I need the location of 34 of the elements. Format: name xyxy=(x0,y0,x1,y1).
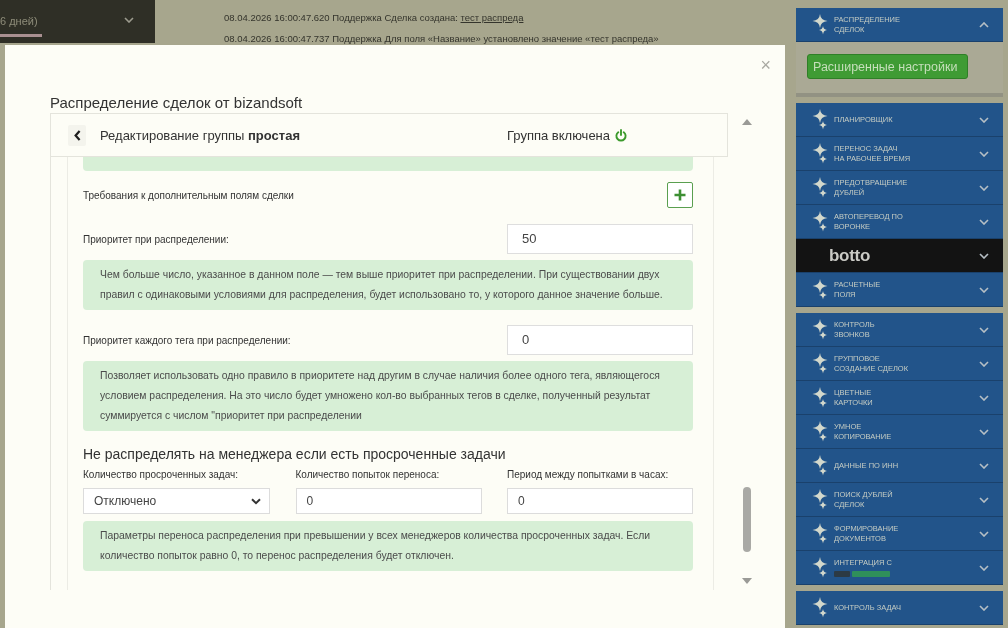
section-heading: Не распределять на менеджера если есть просроченные задачи xyxy=(83,446,507,463)
dropdown[interactable]: Отключено xyxy=(83,488,270,514)
field-label: Количество просроченных задач: xyxy=(83,468,239,482)
log-entry: 08.04.2026 16:00:47.737 Поддержка Для поля «Название» установлено значение «тест распреда» xyxy=(224,32,659,45)
info-note: Чем больше число, указанное в данном поле — тем выше приоритет при распределении. При существовании двух правил с одинаковыми условиями для распределения, будет использовано то, у которого данное значение больше. xyxy=(83,260,693,310)
group-title: Редактирование группы простая xyxy=(100,127,301,143)
group-status: Группа включена xyxy=(507,127,611,143)
chevron-left-icon xyxy=(73,129,81,141)
partner-logo-icon xyxy=(834,569,890,578)
deal-link[interactable]: тест распреда xyxy=(460,12,524,23)
scroll-up-icon[interactable] xyxy=(742,119,752,125)
info-note: Параметры переноса распределения при превышении у всех менеджеров количества просроченных задач. Если количество попыток равно 0, то перенос распределения будет отключен. xyxy=(83,521,693,571)
modal-title: Распределение сделок от bizandsoft xyxy=(50,94,304,112)
input-field[interactable]: 0 xyxy=(507,488,693,514)
power-icon[interactable] xyxy=(615,128,628,142)
log-entry: 08.04.2026 16:00:47.620 Поддержка Сделка создана: тест распреда xyxy=(224,11,525,24)
field-label: Приоритет каждого тега при распределении: xyxy=(83,334,291,346)
plus-icon xyxy=(674,189,686,201)
field-label: Требования к дополнительным полям сделки xyxy=(83,189,294,201)
chevron-down-icon xyxy=(251,497,261,505)
field-label: Приоритет при распределении: xyxy=(83,233,229,245)
number-field[interactable]: 0 xyxy=(507,325,693,355)
active-underline xyxy=(0,34,42,37)
back-button[interactable] xyxy=(68,124,86,146)
info-note: Позволяет использовать одно правило в приоритете над другим в случае наличия более одного тега, являющегося условием распределения. На это число будет умножено кол-во выбранных тегов в сделке, полученный результат суммируется с числом "приоритет при распределении xyxy=(83,361,693,431)
period-tab[interactable]: 6 дней) xyxy=(0,15,42,28)
field-label: Период между попытками в часах: xyxy=(507,468,670,482)
scrollbar-thumb[interactable] xyxy=(743,487,751,552)
field-label: Количество попыток переноса: xyxy=(295,468,441,482)
number-field[interactable]: 50 xyxy=(507,224,693,254)
add-button[interactable] xyxy=(667,182,693,208)
chevron-down-icon[interactable] xyxy=(124,17,134,23)
scroll-down-icon[interactable] xyxy=(742,578,752,584)
input-field[interactable]: 0 xyxy=(295,488,482,514)
